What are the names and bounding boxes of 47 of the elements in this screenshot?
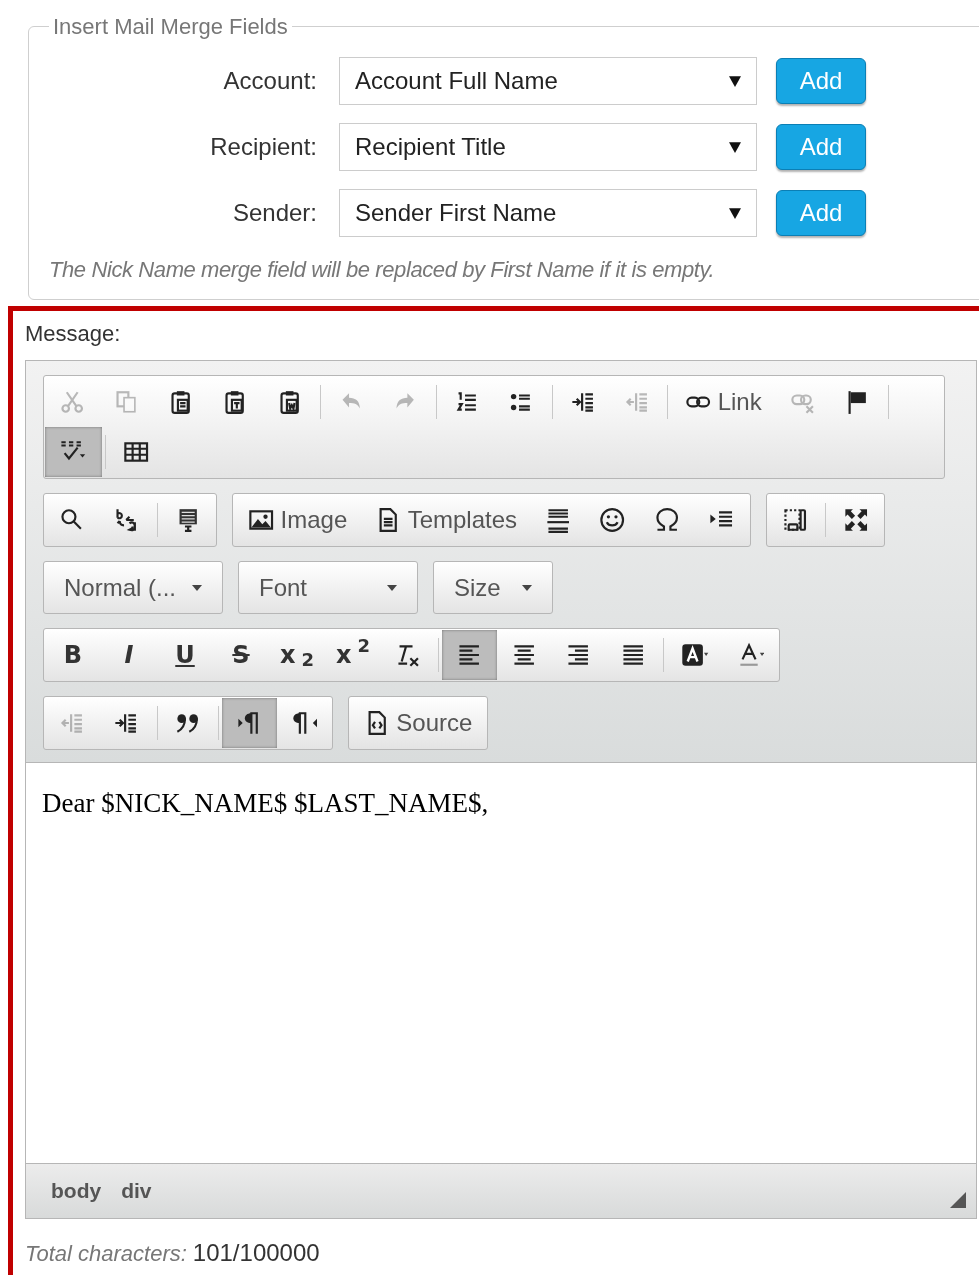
smiley-icon <box>599 507 626 533</box>
help-note: The Nick Name merge field will be replaced by First Name if it is empty. <box>49 256 716 284</box>
blocks-icon <box>781 507 808 533</box>
element-path-item[interactable]: div <box>121 1175 152 1207</box>
dropdown-arrow-icon <box>729 207 741 219</box>
horizontal-lines-icon <box>545 507 572 533</box>
field-label: Account: <box>222 66 318 96</box>
scissors-icon <box>59 389 86 415</box>
format-button[interactable]: x$^{2}$ <box>325 630 381 680</box>
dropdown[interactable]: Recipient Title <box>339 123 757 171</box>
element-path-item[interactable]: body <box>51 1175 102 1207</box>
field-label: Sender: <box>231 198 318 228</box>
maximize-icon <box>843 507 870 533</box>
omega-icon <box>653 507 681 533</box>
character-count: 101/100000 <box>192 1238 320 1268</box>
format-dropdown[interactable]: Font <box>238 561 418 614</box>
icon-button[interactable] <box>442 630 497 680</box>
icon-button[interactable] <box>222 698 277 748</box>
resize-handle-icon[interactable] <box>950 1192 966 1208</box>
text-color-icon <box>737 642 764 668</box>
format-button[interactable]: U <box>157 630 213 680</box>
toolbar-button[interactable]: Templates <box>361 495 532 545</box>
toolbar-button[interactable]: Link <box>671 377 776 427</box>
count-label: Total characters: <box>25 1240 187 1268</box>
dropdown-arrow-icon <box>729 141 741 153</box>
table-icon <box>122 439 149 465</box>
dropdown[interactable]: Sender First Name <box>339 189 757 237</box>
toolbar-button[interactable]: Source <box>349 698 487 748</box>
dropdown[interactable]: Account Full Name <box>339 57 757 105</box>
format-dropdown[interactable]: Size <box>433 561 553 614</box>
format-button[interactable]: x$_{2}$ <box>269 630 325 680</box>
toolbar-button[interactable]: Image <box>234 495 362 545</box>
message-label: Message: <box>25 320 122 348</box>
field-label: Recipient: <box>209 132 318 162</box>
format-button[interactable]: I <box>101 630 157 680</box>
caret-icon <box>192 584 202 591</box>
icon-button[interactable] <box>45 427 102 477</box>
image-icon <box>248 507 275 533</box>
format-button[interactable]: B <box>45 630 101 680</box>
format-dropdown[interactable]: Normal (... <box>43 561 223 614</box>
caret-icon <box>522 584 532 591</box>
pilcrow-icon <box>290 710 317 736</box>
background-color-icon <box>680 642 710 668</box>
format-button[interactable]: S <box>213 630 269 680</box>
dropdown-arrow-icon <box>729 75 741 87</box>
caret-icon <box>387 584 397 591</box>
panel-legend: Insert Mail Merge Fields <box>49 10 292 43</box>
